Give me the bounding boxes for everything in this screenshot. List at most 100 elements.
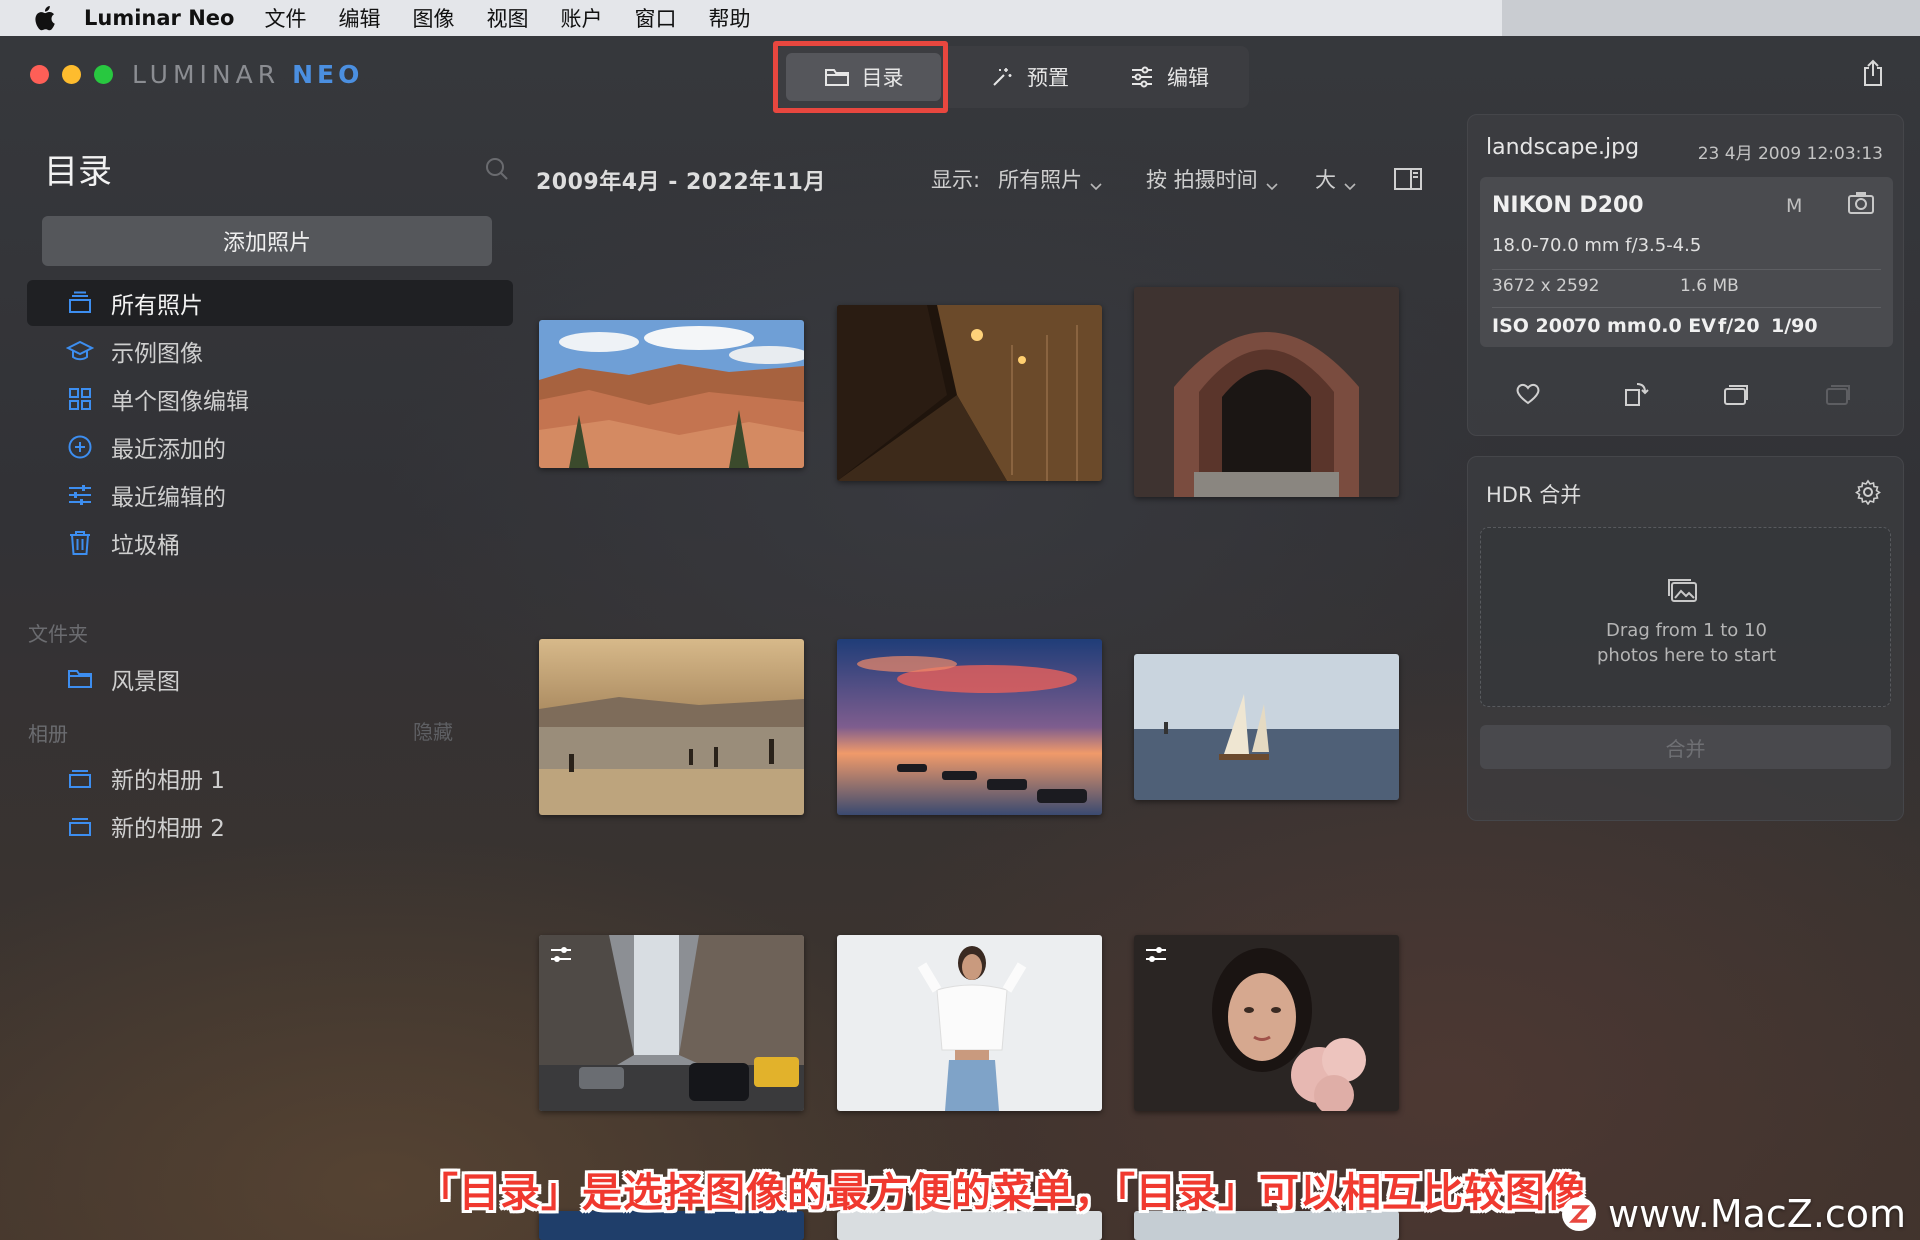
album-icon: [65, 811, 95, 841]
menubar-right-area: [1502, 0, 1920, 36]
menu-help[interactable]: 帮助: [708, 3, 750, 33]
size-value: 大: [1315, 168, 1336, 192]
show-filter-dropdown[interactable]: 显示: 所有照片: [931, 164, 1102, 194]
sidebar-item-trash[interactable]: 垃圾桶: [27, 520, 513, 566]
photo-thumbnail-portrait-white[interactable]: [837, 935, 1102, 1111]
edited-badge-icon: [549, 943, 573, 967]
exif-exposure-value: 0.0 EV: [1648, 315, 1716, 337]
tab-edit[interactable]: 编辑: [1099, 53, 1239, 101]
show-filter-label: 显示:: [931, 168, 981, 192]
sidebar-item-recently-added[interactable]: 最近添加的: [27, 424, 513, 470]
sidebar-item-label: 所有照片: [111, 293, 203, 319]
hdr-drop-zone[interactable]: Drag from 1 to 10 photos here to start: [1480, 527, 1891, 707]
macos-menu-bar: Luminar Neo 文件 编辑 图像 视图 账户 窗口 帮助: [0, 0, 1920, 36]
photo-thumbnail-portrait-woman[interactable]: [1134, 935, 1399, 1111]
sidebar-title: 目录: [44, 152, 112, 192]
menu-app-name[interactable]: Luminar Neo: [84, 6, 234, 30]
sidebar-folder-landscapes[interactable]: 风景图: [27, 656, 513, 702]
grid-icon: [65, 384, 95, 414]
photo-thumbnail-sailboats[interactable]: [1134, 654, 1399, 800]
search-icon[interactable]: [484, 156, 514, 186]
hdr-drop-line1: Drag from 1 to 10: [1606, 620, 1767, 641]
photo-thumbnail-street-night[interactable]: [837, 305, 1102, 481]
hdr-drop-line2: photos here to start: [1596, 645, 1776, 666]
albums-hide-button[interactable]: 隐藏: [413, 716, 453, 745]
exif-aperture: f/20: [1718, 315, 1760, 337]
compare-icon[interactable]: [1822, 377, 1856, 411]
info-filename: landscape.jpg: [1486, 135, 1640, 160]
sliders-icon: [65, 480, 95, 510]
lens-info: 18.0-70.0 mm f/3.5-4.5: [1492, 235, 1702, 256]
photo-thumbnail-gothic-door[interactable]: [1134, 287, 1399, 497]
menu-account[interactable]: 账户: [560, 3, 602, 33]
add-photos-button[interactable]: 添加照片: [42, 216, 492, 266]
minimize-window-button[interactable]: [62, 65, 81, 84]
sidebar-album-1[interactable]: 新的相册 1: [27, 755, 513, 801]
hdr-drop-instructions: Drag from 1 to 10 photos here to start: [1481, 618, 1892, 668]
favorite-heart-icon[interactable]: [1511, 377, 1545, 411]
folders-section-label: 文件夹: [28, 622, 88, 646]
catalog-sidebar: 目录 添加照片 所有照片 示例图像 单个图像编辑 最近添加的 最近编辑的 垃圾桶…: [0, 106, 520, 1206]
album-icon: [65, 763, 95, 793]
file-size: 1.6 MB: [1680, 276, 1739, 296]
camera-model: NIKON D200: [1492, 193, 1644, 218]
sort-dropdown[interactable]: 按 拍摄时间: [1146, 164, 1278, 194]
exif-shutter: 1/90: [1771, 315, 1818, 337]
duplicate-icon[interactable]: [1720, 377, 1754, 411]
window-controls: [30, 65, 113, 84]
menu-image[interactable]: 图像: [412, 3, 454, 33]
rotate-icon[interactable]: [1619, 377, 1653, 411]
photo-thumbnail-city-street[interactable]: [539, 935, 804, 1111]
site-watermark: www.MacZ.com: [1562, 1192, 1906, 1236]
sort-value: 按 拍摄时间: [1146, 168, 1258, 192]
plus-circle-icon: [65, 432, 95, 462]
photo-thumbnail-beach-sunset[interactable]: [539, 639, 804, 815]
sidebar-album-2[interactable]: 新的相册 2: [27, 803, 513, 849]
chevron-down-icon: [1090, 173, 1102, 191]
gear-icon[interactable]: [1855, 479, 1883, 507]
divider: [1492, 307, 1881, 308]
sidebar-item-recently-edited[interactable]: 最近编辑的: [27, 472, 513, 518]
photo-thumbnail-sea-sunset[interactable]: [837, 639, 1102, 815]
sidebar-item-label: 垃圾桶: [111, 533, 180, 559]
hdr-merge-panel: HDR 合并 Drag from 1 to 10 photos here to …: [1467, 456, 1904, 821]
info-actions: [1468, 377, 1905, 417]
macz-logo-icon: [1562, 1197, 1596, 1231]
menu-file[interactable]: 文件: [264, 3, 306, 33]
close-window-button[interactable]: [30, 65, 49, 84]
side-panel-toggle-icon[interactable]: [1393, 167, 1423, 193]
image-info-panel: landscape.jpg 23 4月 2009 12:03:13 NIKON …: [1467, 114, 1904, 436]
stack-icon: [65, 288, 95, 318]
zoom-window-button[interactable]: [94, 65, 113, 84]
thumbnail-size-dropdown[interactable]: 大: [1315, 164, 1356, 194]
sidebar-item-all-photos[interactable]: 所有照片: [27, 280, 513, 326]
folder-icon: [65, 664, 95, 694]
date-range-label: 2009年4月 - 2022年11月: [536, 170, 826, 195]
sidebar-item-single-edits[interactable]: 单个图像编辑: [27, 376, 513, 422]
app-window: LUMINAR NEO 目录 预置 编辑 目录 添加照片 所有照片 示例图像 单…: [0, 36, 1920, 1240]
camera-details: NIKON D200 M 18.0-70.0 mm f/3.5-4.5 3672…: [1480, 177, 1893, 347]
catalog-tab-highlight: [773, 41, 948, 113]
graduation-cap-icon: [65, 336, 95, 366]
albums-section-label: 相册: [28, 722, 68, 746]
photos-icon: [1667, 576, 1703, 606]
menu-edit[interactable]: 编辑: [338, 3, 380, 33]
tab-presets[interactable]: 预置: [959, 53, 1099, 101]
hdr-title: HDR 合并: [1486, 483, 1582, 507]
share-button[interactable]: [1856, 56, 1890, 90]
logo-text-luminar: LUMINAR: [132, 60, 281, 89]
menu-view[interactable]: 视图: [486, 3, 528, 33]
sidebar-item-label: 最近编辑的: [111, 485, 226, 511]
hdr-merge-button[interactable]: 合并: [1480, 725, 1891, 769]
tab-edit-label: 编辑: [1167, 66, 1209, 90]
chevron-down-icon: [1266, 173, 1278, 191]
sidebar-item-label: 风景图: [111, 669, 180, 695]
chevron-down-icon: [1344, 173, 1356, 191]
sidebar-item-label: 新的相册 2: [111, 816, 225, 842]
sidebar-item-sample-images[interactable]: 示例图像: [27, 328, 513, 374]
menu-window[interactable]: 窗口: [634, 3, 676, 33]
sliders-icon: [1129, 64, 1155, 90]
photo-thumbnail-canyon[interactable]: [539, 320, 804, 468]
apple-logo-icon[interactable]: [32, 5, 58, 31]
sidebar-item-label: 新的相册 1: [111, 768, 225, 794]
